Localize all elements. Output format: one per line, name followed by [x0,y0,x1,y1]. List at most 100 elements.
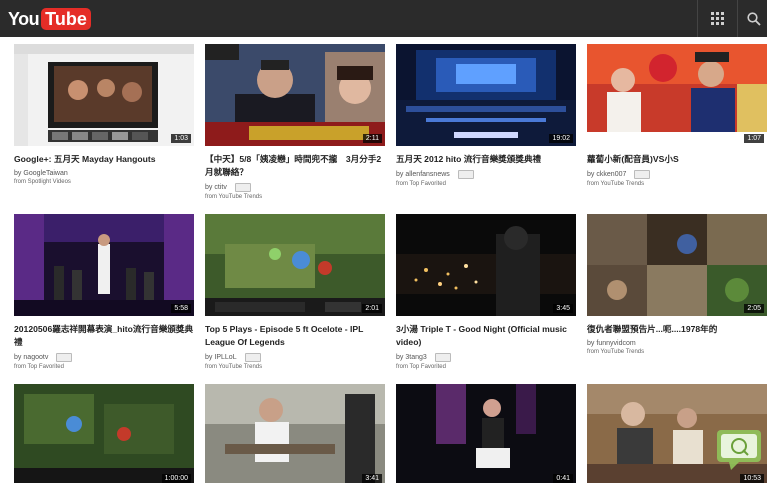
channel-link[interactable]: GoogleTaiwan [23,170,67,177]
video-card[interactable]: 19:02 五月天 2012 hito 流行音樂獎頒獎典禮 by allenfa… [396,44,576,187]
video-card[interactable]: 0:41 [396,384,576,483]
video-card[interactable]: 2:01 Top 5 Plays - Episode 5 ft Ocelote … [205,214,385,370]
video-thumbnail[interactable]: 3:41 [205,384,385,483]
thumbnail-image [14,44,194,146]
video-duration: 19:02 [549,134,573,143]
video-thumbnail[interactable]: 2:11 [205,44,385,146]
video-thumbnail[interactable]: 2:05 [587,214,767,316]
video-byline: by ckken007 [587,170,767,179]
search-button[interactable] [741,5,767,32]
video-source: from YouTube Trends [205,364,263,370]
video-source: from Top Favorited [396,364,446,370]
apps-grid-icon [710,12,724,25]
video-duration: 3:45 [553,304,573,313]
video-title[interactable]: 3小湯 Triple T - Good Night (Official musi… [396,323,576,349]
video-source: from YouTube Trends [587,181,645,187]
video-title[interactable]: 復仇者聯盟預告片...呃....1978年的 [587,323,767,336]
video-byline: by IPLLoL [205,353,385,362]
video-thumbnail[interactable]: 5:58 [14,214,194,316]
chat-bubble-icon[interactable] [715,428,763,472]
thumbnail-image [587,214,767,316]
video-duration: 1:03 [171,134,191,143]
video-card[interactable]: 2:11 【中天】5/8「姨凌戀」時間兜不攏 3月分手2月就聯絡？ by cti… [205,44,385,200]
video-thumbnail[interactable]: 19:02 [396,44,576,146]
video-byline: by allenfansnews [396,170,576,179]
search-icon [747,11,761,26]
thumbnail-badge-icon [234,183,251,192]
channel-link[interactable]: 3tang3 [405,354,426,361]
youtube-logo[interactable]: You Tube [8,7,91,31]
by-label: by [396,354,404,361]
video-title[interactable]: 五月天 2012 hito 流行音樂獎頒獎典禮 [396,153,576,166]
video-title[interactable]: Google+: 五月天 Mayday Hangouts [14,153,194,166]
thumbnail-badge-icon [634,170,651,179]
video-duration: 0:41 [553,474,573,483]
video-thumbnail[interactable]: 3:45 [396,214,576,316]
thumbnail-image [396,44,576,146]
video-card[interactable]: 3:45 3小湯 Triple T - Good Night (Official… [396,214,576,370]
video-byline: by 3tang3 [396,353,576,362]
thumbnail-image [205,384,385,483]
thumbnail-image [205,214,385,316]
video-thumbnail[interactable]: 2:01 [205,214,385,316]
thumbnail-badge-icon [434,353,451,362]
thumbnail-image [587,44,767,146]
apps-grid-button[interactable] [701,5,733,32]
video-source: from YouTube Trends [205,194,263,200]
video-title[interactable]: 【中天】5/8「姨凌戀」時間兜不攏 3月分手2月就聯絡？ [205,153,385,179]
channel-link[interactable]: nagootv [23,354,48,361]
top-bar: You Tube [0,0,767,37]
video-duration: 2:05 [744,304,764,313]
video-byline: by nagootv [14,353,194,362]
video-card[interactable]: 5:58 20120506羅志祥開幕表演_hito流行音樂頒獎典禮 by nag… [14,214,194,370]
video-card[interactable]: 3:41 [205,384,385,483]
video-thumbnail[interactable]: 1:03 [14,44,194,146]
logo-you-text: You [8,8,40,29]
divider [737,0,738,37]
channel-link[interactable]: ckken007 [596,171,626,178]
video-source: from Top Favorited [14,364,64,370]
video-source: from Spotlight Videos [14,179,71,185]
channel-link[interactable]: funnyvidcom [596,340,635,347]
video-duration: 1:00:00 [161,474,191,483]
video-duration: 2:01 [362,304,382,313]
video-byline: by ctitv [205,183,385,192]
video-source: from Top Favorited [396,181,446,187]
video-duration: 2:11 [362,134,382,143]
video-duration: 5:58 [171,304,191,313]
by-label: by [205,184,213,191]
video-thumbnail[interactable]: 0:41 [396,384,576,483]
video-thumbnail[interactable]: 1:00:00 [14,384,194,483]
thumbnail-image [396,214,576,316]
thumbnail-badge-icon [56,353,73,362]
channel-link[interactable]: IPLLoL [214,354,236,361]
video-title[interactable]: Top 5 Plays - Episode 5 ft Ocelote - IPL… [205,323,385,349]
thumbnail-badge-icon [457,170,474,179]
video-card[interactable]: 1:07 蘿蔔小新(配音員)VS小S by ckken007 from YouT… [587,44,767,187]
video-byline: by GoogleTaiwan [14,170,194,177]
video-source: from YouTube Trends [587,349,645,355]
video-byline: by funnyvidcom [587,340,767,347]
video-title[interactable]: 蘿蔔小新(配音員)VS小S [587,153,767,166]
video-grid: 1:03 Google+: 五月天 Mayday Hangouts by Goo… [14,44,767,483]
thumbnail-image [14,214,194,316]
thumbnail-image [14,384,194,483]
logo-tube-text: Tube [41,8,91,30]
thumbnail-image [396,384,576,483]
channel-link[interactable]: allenfansnews [405,171,449,178]
thumbnail-image [205,44,385,146]
video-duration: 3:41 [362,474,382,483]
thumbnail-badge-icon [244,353,261,362]
video-card[interactable]: 2:05 復仇者聯盟預告片...呃....1978年的 by funnyvidc… [587,214,767,355]
video-duration: 1:07 [744,134,764,143]
channel-link[interactable]: ctitv [214,184,226,191]
video-thumbnail[interactable]: 1:07 [587,44,767,146]
by-label: by [587,340,595,347]
video-title[interactable]: 20120506羅志祥開幕表演_hito流行音樂頒獎典禮 [14,323,194,349]
video-card[interactable]: 1:03 Google+: 五月天 Mayday Hangouts by Goo… [14,44,194,185]
by-label: by [205,354,213,361]
by-label: by [14,170,22,177]
by-label: by [587,171,595,178]
divider [697,0,698,37]
video-card[interactable]: 1:00:00 [14,384,194,483]
